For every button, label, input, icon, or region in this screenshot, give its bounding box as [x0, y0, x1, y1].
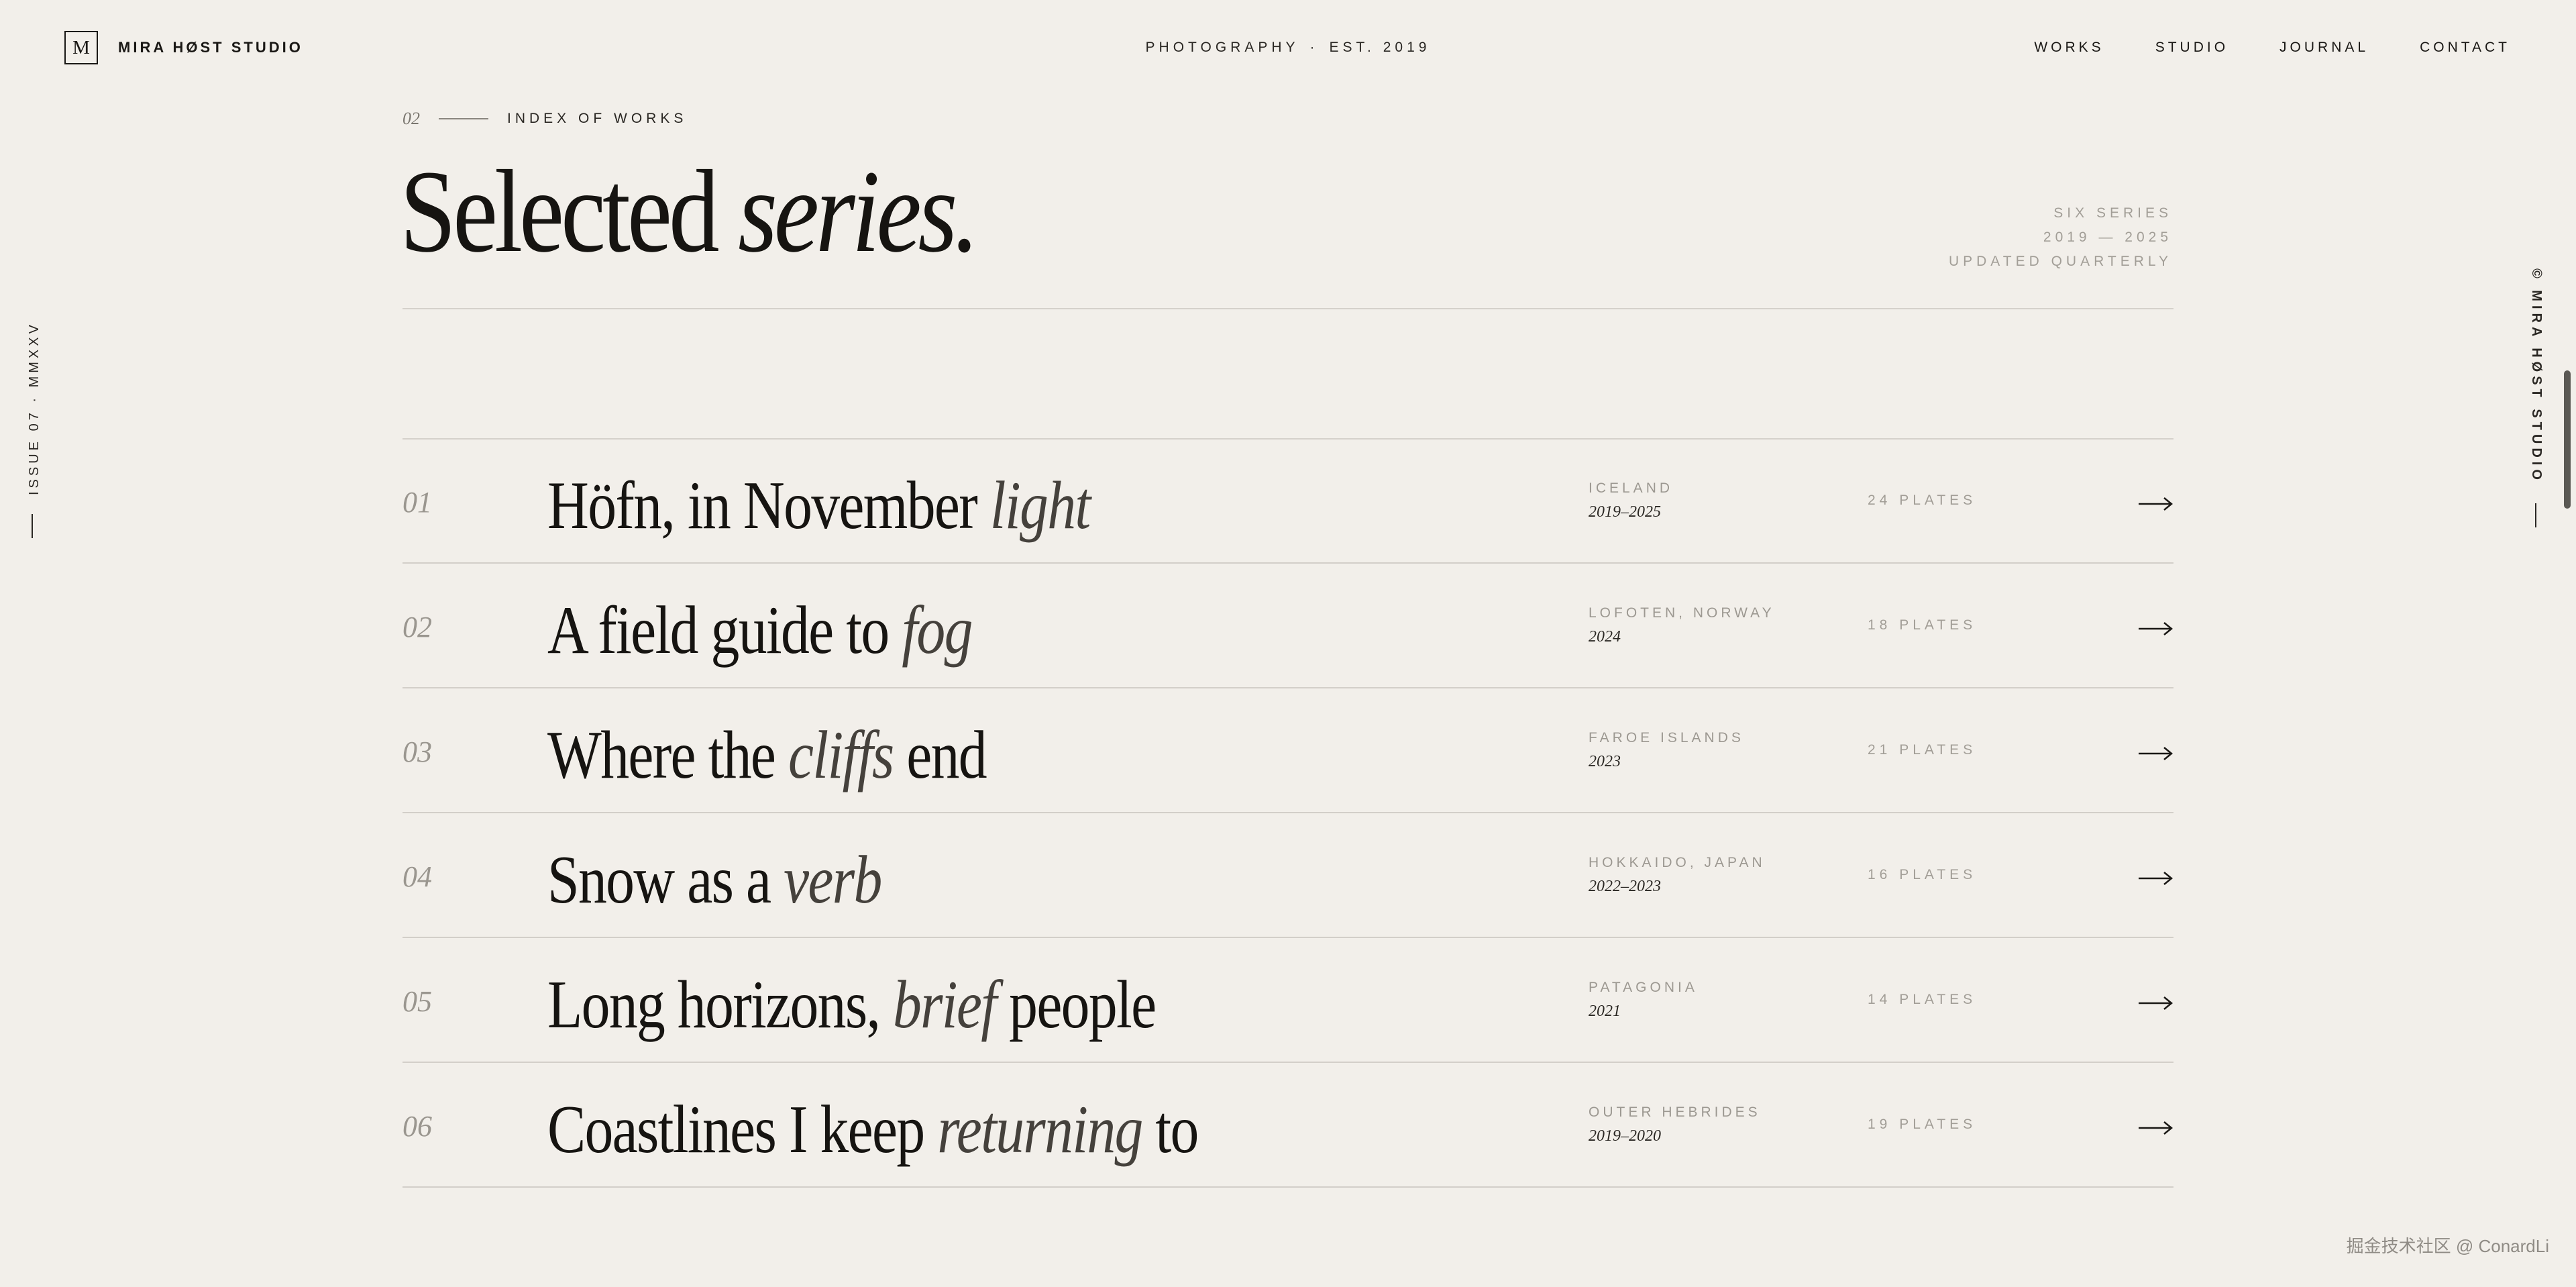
work-years: 2019–2025 — [1589, 503, 1661, 521]
work-title-italic: returning — [937, 1092, 1143, 1168]
tagline-photography: PHOTOGRAPHY — [1145, 40, 1299, 55]
page-title-italic: series. — [738, 146, 979, 277]
section-eyebrow: 02 INDEX OF WORKS — [402, 109, 687, 129]
work-years: 2022–2023 — [1589, 878, 1661, 895]
work-plate-count: 18 PLATES — [1868, 617, 1977, 633]
section-label: INDEX OF WORKS — [507, 111, 688, 126]
work-row[interactable]: 02 A field guide to fog LOFOTEN, NORWAY 202… — [402, 564, 2174, 688]
arrow-right-icon[interactable] — [2137, 494, 2174, 514]
site-header: M MIRA HØST STUDIO PHOTOGRAPHY · EST. 2019… — [0, 0, 2576, 95]
work-title-text: to — [1142, 1092, 1199, 1168]
arrow-right-icon[interactable] — [2137, 993, 2174, 1013]
right-rail: © MIRA HØST STUDIO — [2526, 268, 2546, 530]
arrow-right-icon[interactable] — [2137, 743, 2174, 764]
main-nav: WORKS STUDIO JOURNAL CONTACT — [2034, 39, 2510, 56]
work-number: 06 — [402, 1110, 432, 1143]
work-title-text: people — [996, 967, 1157, 1043]
work-title[interactable]: A field guide to fog — [547, 593, 973, 668]
watermark: 掘金技术社区 @ ConardLi — [2346, 1236, 2549, 1256]
meta-update-frequency: UPDATED QUARTERLY — [1948, 254, 2172, 269]
tagline-separator: · — [1309, 40, 1319, 55]
work-title[interactable]: Long horizons, brief people — [547, 967, 1157, 1043]
work-row[interactable]: 06 Coastlines I keep returning to OUTER HE… — [402, 1063, 2174, 1188]
work-title-text: Snow as a — [547, 842, 784, 918]
work-title-text: Long horizons, — [547, 967, 893, 1043]
work-number: 05 — [402, 985, 432, 1018]
left-rail: ISSUE 07 · MMXXV — [23, 311, 43, 539]
work-title[interactable]: Coastlines I keep returning to — [547, 1092, 1199, 1168]
work-location: PATAGONIA — [1589, 980, 1698, 995]
work-title[interactable]: Höfn, in November light — [547, 468, 1091, 544]
page-title-plain: Selected — [400, 146, 720, 277]
work-number: 01 — [402, 486, 432, 519]
right-rail-line — [2535, 503, 2536, 527]
arrow-right-icon[interactable] — [2137, 868, 2174, 888]
work-years: 2019–2020 — [1589, 1127, 1661, 1145]
title-divider — [402, 308, 2174, 309]
work-title-italic: verb — [784, 842, 882, 918]
work-plate-count: 19 PLATES — [1868, 1117, 1977, 1132]
work-location: FAROE ISLANDS — [1589, 730, 1744, 745]
page-title: Selected series. — [400, 145, 979, 279]
work-years: 2021 — [1589, 1002, 1621, 1020]
work-title-italic: brief — [892, 967, 997, 1043]
work-title-italic: cliffs — [788, 717, 894, 793]
work-plate-count: 14 PLATES — [1868, 992, 1977, 1007]
work-title-text: Coastlines I keep — [547, 1092, 938, 1168]
scrollbar-thumb[interactable] — [2564, 370, 2571, 509]
work-number: 04 — [402, 860, 432, 893]
work-location: HOKKAIDO, JAPAN — [1589, 855, 1766, 870]
tagline-established: EST. 2019 — [1329, 40, 1431, 55]
nav-studio[interactable]: STUDIO — [2155, 39, 2229, 56]
work-years: 2023 — [1589, 753, 1621, 770]
meta-series-count: SIX SERIES — [2053, 205, 2172, 221]
left-rail-line — [32, 514, 33, 538]
copyright-label: © MIRA HØST STUDIO — [2529, 268, 2544, 484]
work-plate-count: 16 PLATES — [1868, 867, 1977, 882]
work-row[interactable]: 03 Where the cliffs end FAROE ISLANDS 2023 2… — [402, 688, 2174, 813]
work-plate-count: 21 PLATES — [1868, 742, 1977, 758]
arrow-right-icon[interactable] — [2137, 619, 2174, 639]
work-title[interactable]: Where the cliffs end — [547, 717, 987, 793]
work-location: LOFOTEN, NORWAY — [1589, 605, 1775, 621]
nav-contact[interactable]: CONTACT — [2420, 39, 2510, 56]
work-title-text: Höfn, in November — [547, 468, 990, 544]
arrow-right-icon[interactable] — [2137, 1118, 2174, 1138]
work-years: 2024 — [1589, 628, 1621, 646]
work-location: ICELAND — [1589, 480, 1674, 496]
nav-works[interactable]: WORKS — [2034, 39, 2104, 56]
meta-year-range: 2019 — 2025 — [2043, 229, 2172, 245]
eyebrow-dash — [439, 118, 488, 119]
work-plate-count: 24 PLATES — [1868, 493, 1977, 508]
nav-journal[interactable]: JOURNAL — [2279, 39, 2369, 56]
series-meta: SIX SERIES 2019 — 2025 UPDATED QUARTERLY — [1949, 201, 2172, 274]
works-list: 01 Höfn, in November light ICELAND 2019–202… — [402, 439, 2174, 1188]
work-number: 02 — [402, 611, 432, 644]
work-title-text: A field guide to — [547, 593, 902, 668]
work-row[interactable]: 05 Long horizons, brief people PATAGONIA 20… — [402, 938, 2174, 1063]
work-title-italic: fog — [902, 593, 973, 668]
work-row[interactable]: 01 Höfn, in November light ICELAND 2019–202… — [402, 439, 2174, 564]
issue-label: ISSUE 07 · MMXXV — [27, 321, 42, 495]
work-location: OUTER HEBRIDES — [1589, 1104, 1761, 1120]
section-number: 02 — [402, 109, 420, 128]
work-title-italic: light — [989, 468, 1091, 544]
work-title-text: end — [893, 717, 987, 793]
work-title-text: Where the — [547, 717, 789, 793]
work-title[interactable]: Snow as a verb — [547, 842, 882, 918]
work-row[interactable]: 04 Snow as a verb HOKKAIDO, JAPAN 2022–2023… — [402, 813, 2174, 938]
work-number: 03 — [402, 735, 432, 768]
